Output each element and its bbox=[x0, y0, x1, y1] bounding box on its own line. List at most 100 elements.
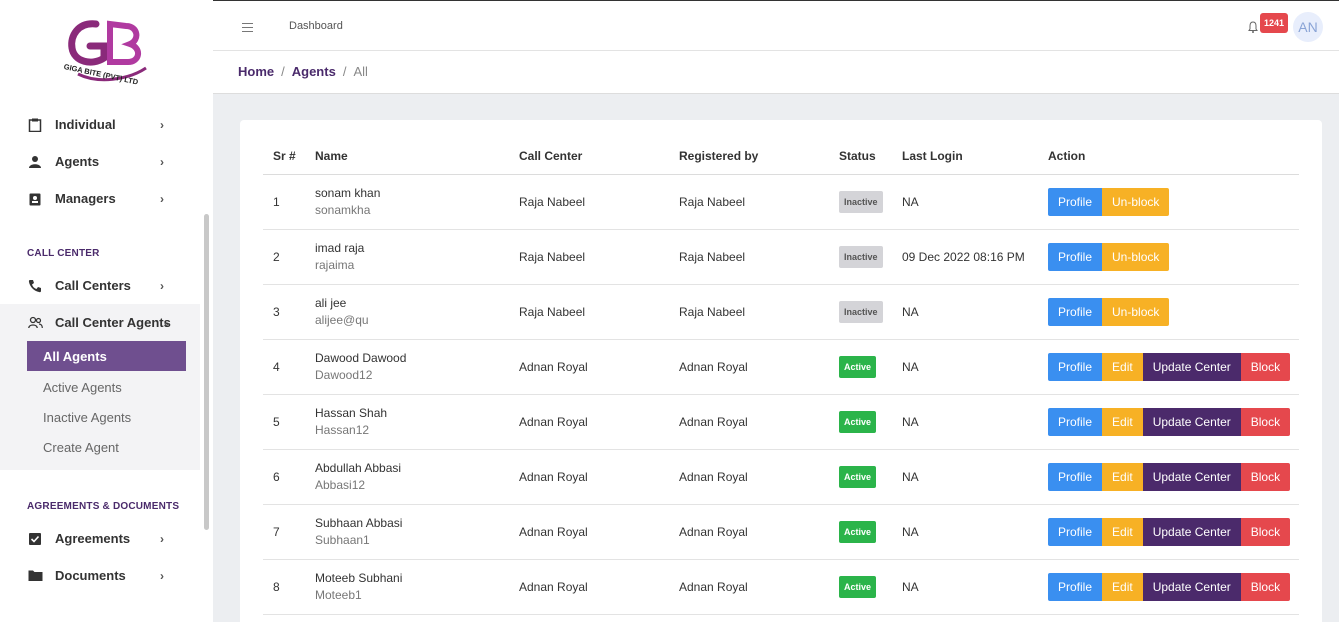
top-bar: Dashboard 1241 AN bbox=[213, 0, 1339, 51]
sidebar-item-agents[interactable]: Agents › bbox=[0, 143, 200, 180]
block-button[interactable]: Block bbox=[1240, 462, 1291, 491]
submenu-item-create-agent[interactable]: Create Agent bbox=[27, 432, 186, 462]
edit-button[interactable]: Edit bbox=[1102, 407, 1143, 436]
cell-registered-by: Raja Nabeel bbox=[669, 229, 829, 285]
cell-call-center: Raja Nabeel bbox=[509, 174, 669, 230]
chevron-right-icon: › bbox=[160, 278, 164, 293]
status-badge: Active bbox=[839, 465, 877, 488]
profile-button[interactable]: Profile bbox=[1048, 517, 1103, 546]
cell-status: Inactive bbox=[829, 174, 892, 230]
profile-button[interactable]: Profile bbox=[1048, 462, 1103, 491]
cell-call-center: Adnan Royal bbox=[509, 394, 669, 450]
cell-status: Active bbox=[829, 559, 892, 615]
profile-button[interactable]: Profile bbox=[1048, 297, 1103, 326]
cell-name: Subhaan Abbasi Subhaan1 bbox=[305, 504, 509, 560]
cell-actions: Profile Un-block bbox=[1038, 229, 1299, 285]
agent-name: Hassan Shah bbox=[315, 406, 388, 420]
cell-sr: 8 bbox=[263, 559, 305, 615]
cell-last-login: 09 Dec 2022 08:16 PM bbox=[892, 229, 1038, 285]
action-button-group: Profile Un-block bbox=[1048, 297, 1170, 326]
sidebar: GIGA BITE (PVT) LTD Individual › Agents … bbox=[0, 0, 213, 622]
breadcrumb-agents[interactable]: Agents bbox=[292, 64, 336, 79]
profile-button[interactable]: Profile bbox=[1048, 407, 1103, 436]
cell-status: Inactive bbox=[829, 284, 892, 340]
cell-actions: Profile Edit Update Center Block bbox=[1038, 394, 1299, 450]
bell-icon[interactable] bbox=[1248, 20, 1258, 38]
sidebar-item-label: Managers bbox=[55, 191, 116, 206]
submenu-item-all-agents[interactable]: All Agents bbox=[27, 341, 186, 371]
avatar[interactable]: AN bbox=[1293, 12, 1323, 42]
sidebar-scrollbar[interactable] bbox=[204, 214, 209, 530]
sidebar-item-individual[interactable]: Individual › bbox=[0, 106, 200, 143]
sidebar-item-documents[interactable]: Documents › bbox=[0, 557, 200, 594]
update-center-button[interactable]: Update Center bbox=[1142, 407, 1241, 436]
submenu-item-active-agents[interactable]: Active Agents bbox=[27, 372, 186, 402]
cell-sr: 7 bbox=[263, 504, 305, 560]
sidebar-item-call-center-agents[interactable]: Call Center Agents ⌄ bbox=[0, 304, 200, 341]
status-badge: Inactive bbox=[839, 190, 883, 213]
sidebar-item-call-centers[interactable]: Call Centers › bbox=[0, 267, 200, 304]
sidebar-item-managers[interactable]: Managers › bbox=[0, 180, 200, 217]
chevron-right-icon: › bbox=[160, 117, 164, 132]
action-button-group: Profile Edit Update Center Block bbox=[1048, 352, 1291, 381]
agent-name: Abdullah Abbasi bbox=[315, 461, 402, 475]
submenu-item-inactive-agents[interactable]: Inactive Agents bbox=[27, 402, 186, 432]
block-button[interactable]: Block bbox=[1240, 517, 1291, 546]
update-center-button[interactable]: Update Center bbox=[1142, 517, 1241, 546]
profile-button[interactable]: Profile bbox=[1048, 572, 1103, 601]
cell-sr: 2 bbox=[263, 229, 305, 285]
col-header-registered-by: Registered by bbox=[669, 138, 829, 175]
profile-button[interactable]: Profile bbox=[1048, 187, 1103, 216]
unblock-button[interactable]: Un-block bbox=[1102, 187, 1170, 216]
table-header-row: Sr # Name Call Center Registered by Stat… bbox=[263, 138, 1299, 175]
edit-button[interactable]: Edit bbox=[1102, 572, 1143, 601]
block-button[interactable]: Block bbox=[1240, 572, 1291, 601]
cell-name: sonam khan sonamkha bbox=[305, 174, 509, 230]
agent-name: Dawood Dawood bbox=[315, 351, 407, 365]
agent-username: alijee@qu bbox=[315, 313, 369, 327]
col-header-status: Status bbox=[829, 138, 892, 175]
cell-last-login: NA bbox=[892, 174, 1038, 230]
cell-actions: Profile Un-block bbox=[1038, 174, 1299, 230]
col-header-last-login: Last Login bbox=[892, 138, 1038, 175]
action-button-group: Profile Edit Update Center Block bbox=[1048, 407, 1291, 436]
chevron-right-icon: › bbox=[160, 154, 164, 169]
profile-button[interactable]: Profile bbox=[1048, 242, 1103, 271]
unblock-button[interactable]: Un-block bbox=[1102, 242, 1170, 271]
edit-button[interactable]: Edit bbox=[1102, 352, 1143, 381]
edit-button[interactable]: Edit bbox=[1102, 517, 1143, 546]
chevron-right-icon: › bbox=[160, 191, 164, 206]
action-button-group: Profile Un-block bbox=[1048, 242, 1170, 271]
agent-username: Moteeb1 bbox=[315, 588, 362, 602]
chevron-down-icon: ⌄ bbox=[162, 317, 172, 329]
edit-button[interactable]: Edit bbox=[1102, 462, 1143, 491]
cell-registered-by: Raja Nabeel bbox=[669, 174, 829, 230]
update-center-button[interactable]: Update Center bbox=[1142, 572, 1241, 601]
company-logo[interactable]: GIGA BITE (PVT) LTD bbox=[58, 18, 154, 94]
cell-status: Active bbox=[829, 339, 892, 395]
status-badge: Active bbox=[839, 575, 877, 598]
profile-button[interactable]: Profile bbox=[1048, 352, 1103, 381]
menu-toggle-icon[interactable] bbox=[242, 23, 253, 35]
update-center-button[interactable]: Update Center bbox=[1142, 462, 1241, 491]
block-button[interactable]: Block bbox=[1240, 407, 1291, 436]
block-button[interactable]: Block bbox=[1240, 352, 1291, 381]
agent-username: Hassan12 bbox=[315, 423, 370, 437]
sidebar-item-agreements[interactable]: Agreements › bbox=[0, 520, 200, 557]
cell-actions: Profile Edit Update Center Block bbox=[1038, 559, 1299, 615]
chevron-right-icon: › bbox=[160, 568, 164, 583]
unblock-button[interactable]: Un-block bbox=[1102, 297, 1170, 326]
sidebar-item-label: Call Centers bbox=[55, 278, 131, 293]
agent-name: imad raja bbox=[315, 241, 365, 255]
cell-registered-by: Adnan Royal bbox=[669, 339, 829, 395]
table-row: 1 sonam khan sonamkha Raja Nabeel Raja Nabee… bbox=[263, 174, 1299, 230]
update-center-button[interactable]: Update Center bbox=[1142, 352, 1241, 381]
action-button-group: Profile Un-block bbox=[1048, 187, 1170, 216]
table-row: 8 Moteeb Subhani Moteeb1 Adnan Royal Adnan R… bbox=[263, 559, 1299, 615]
section-title-agreements: AGREEMENTS & DOCUMENTS bbox=[27, 501, 180, 512]
cell-call-center: Raja Nabeel bbox=[509, 284, 669, 340]
notification-badge[interactable]: 1241 bbox=[1260, 13, 1289, 33]
cell-sr: 1 bbox=[263, 174, 305, 230]
cell-name: Moteeb Subhani Moteeb1 bbox=[305, 559, 509, 615]
breadcrumb-home[interactable]: Home bbox=[238, 64, 274, 79]
